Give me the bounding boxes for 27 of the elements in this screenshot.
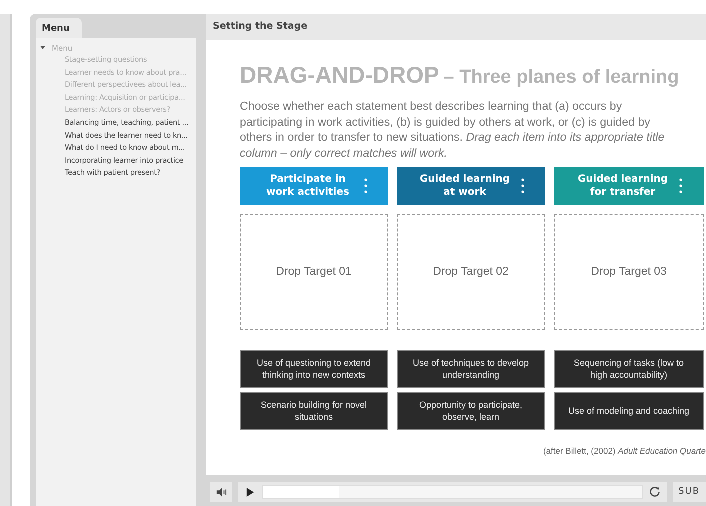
drop-target[interactable]: Drop Target 02 [397, 214, 545, 330]
drag-item[interactable]: Use of modeling and coaching [554, 392, 704, 430]
speaker-icon [216, 486, 226, 498]
volume-button[interactable] [210, 482, 232, 502]
replay-icon[interactable] [648, 486, 661, 498]
drag-item[interactable]: Use of techniques to develop understanding [397, 350, 545, 388]
column-header: Guided learning for transfer [554, 167, 704, 205]
heading: DRAG-AND-DROP – Three planes of learning [240, 62, 680, 89]
play-button[interactable] [244, 488, 256, 496]
column-header: Participate in work activities [240, 167, 388, 205]
menu-tab[interactable]: Menu [36, 18, 82, 38]
instructions: Choose whether each statement best describes learning that (a) occurs by participating in work activities, (b) is guided by others at work, or (c) is guided by others in order to transfer to new situations. Drag each item into its appropriate title column – only correct matches will work. [240, 99, 666, 161]
caret-icon[interactable] [40, 45, 46, 51]
submit-button[interactable]: SUB [672, 482, 706, 502]
progress-track[interactable] [262, 485, 643, 499]
drag-item[interactable]: Opportunity to participate, observe, learn [397, 392, 545, 430]
column-header: Guided learning at work [397, 167, 545, 205]
drag-handle-icon[interactable] [364, 178, 368, 194]
slide-title: Setting the Stage [206, 14, 706, 40]
drag-item[interactable]: Sequencing of tasks (low to high accountability) [554, 350, 704, 388]
drag-item[interactable]: Scenario building for novel situations [240, 392, 388, 430]
drag-handle-icon[interactable] [678, 178, 682, 194]
drop-target[interactable]: Drop Target 01 [240, 214, 388, 330]
drag-handle-icon[interactable] [520, 178, 524, 194]
drop-target[interactable]: Drop Target 03 [554, 214, 704, 330]
citation: (after Billett, (2002) Adult Education Quarte [542, 446, 706, 456]
drag-item[interactable]: Use of questioning to extend thinking into new contexts [240, 350, 388, 388]
